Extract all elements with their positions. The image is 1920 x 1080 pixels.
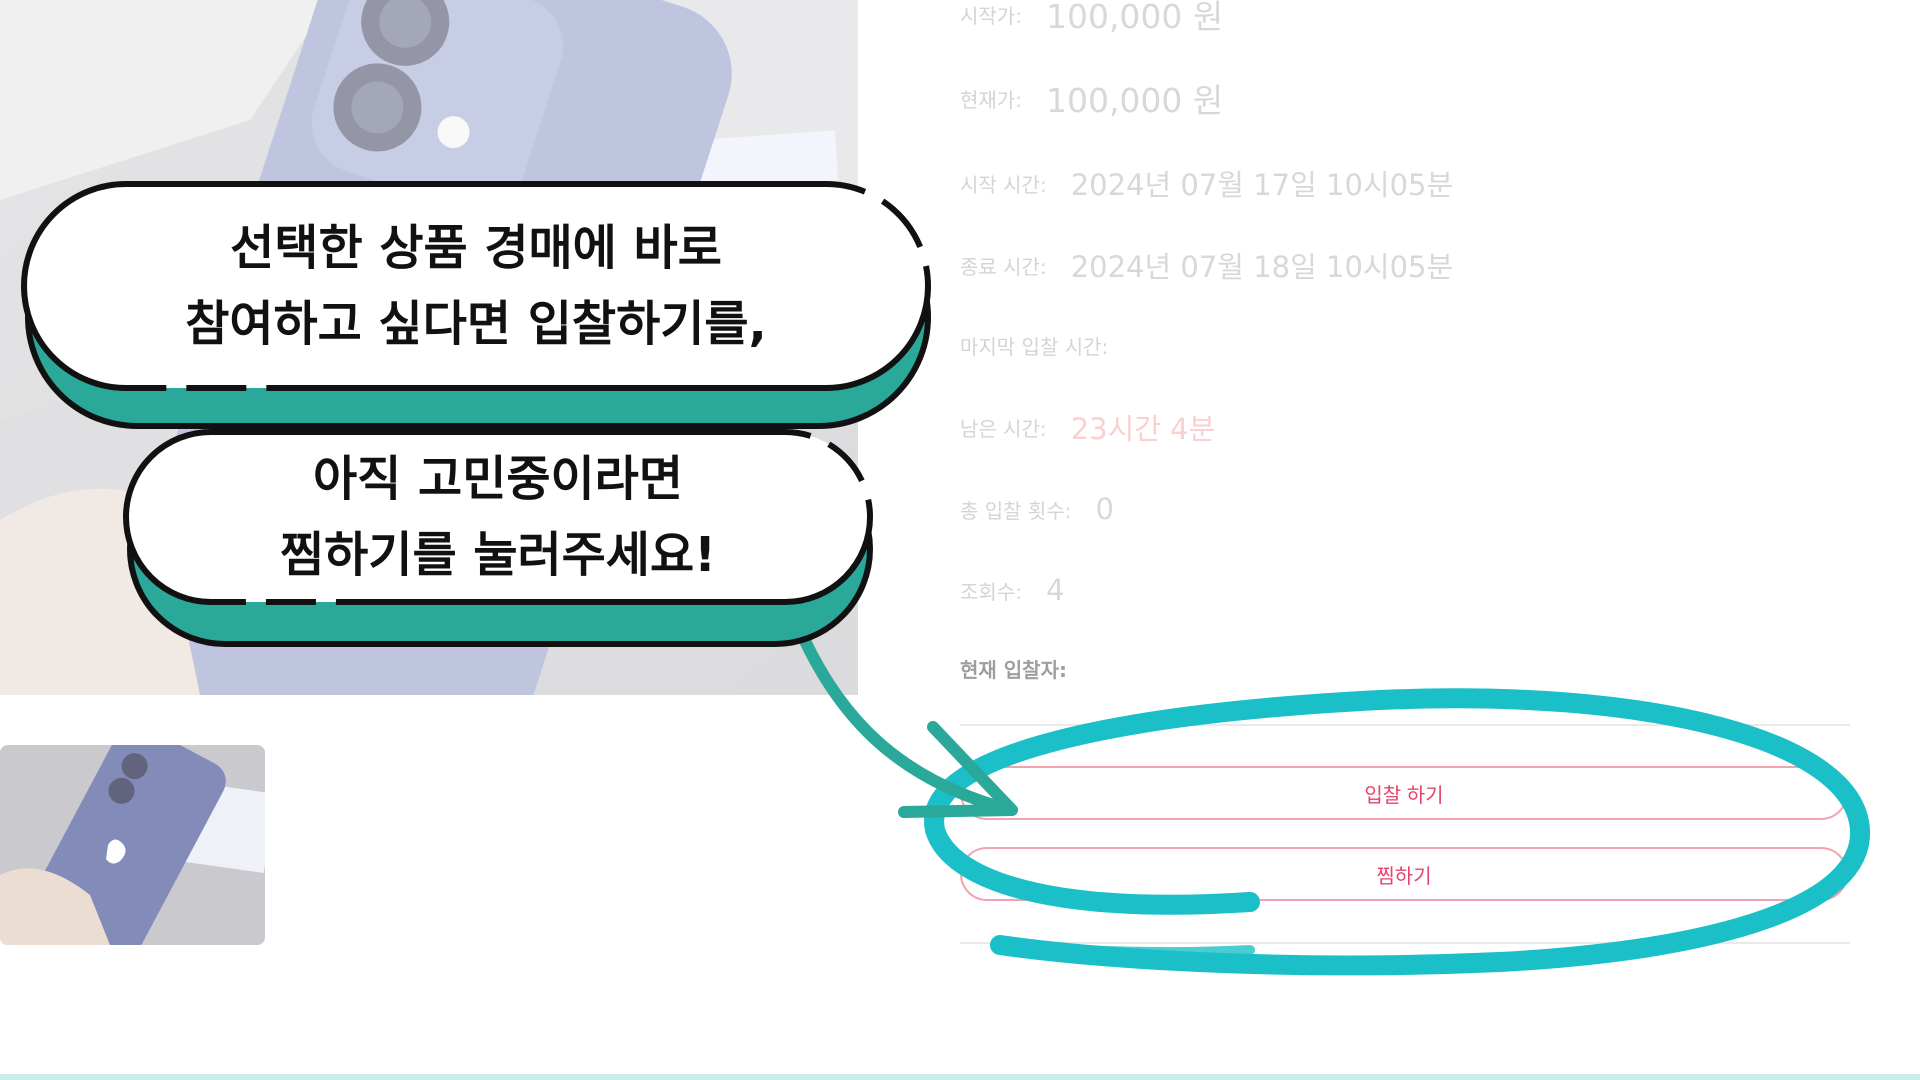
- callout-2-line-2: 찜하기를 눌러주세요!: [279, 527, 717, 583]
- callout-2-text: 아직 고민중이라면 찜하기를 눌러주세요!: [126, 441, 870, 593]
- footer-border: [0, 1074, 1920, 1080]
- callout-2-line-1: 아직 고민중이라면: [313, 451, 683, 507]
